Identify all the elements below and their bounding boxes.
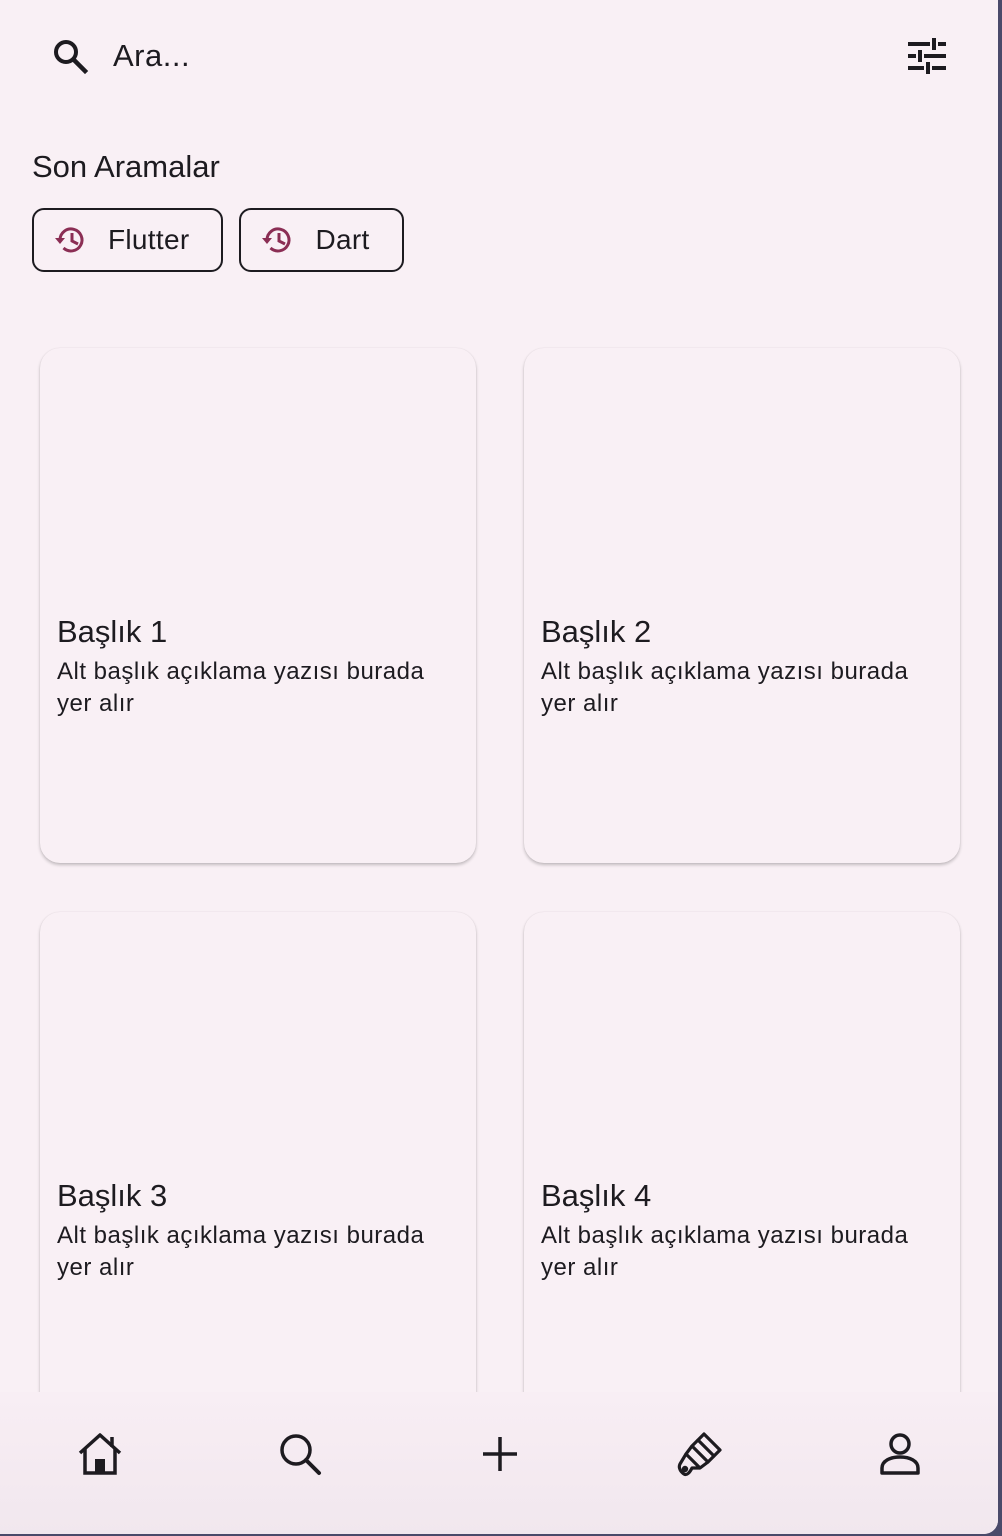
add-icon xyxy=(483,1437,517,1471)
recent-chip-dart[interactable]: Dart xyxy=(239,208,404,272)
profile-icon xyxy=(880,1433,920,1475)
tune-icon[interactable] xyxy=(906,36,950,76)
content-card[interactable]: Başlık 1 Alt başlık açıklama yazısı bura… xyxy=(40,348,476,863)
app-window: Ara... Son Aramalar Flutter Dart Başlık … xyxy=(0,0,998,1534)
recent-chip-flutter[interactable]: Flutter xyxy=(32,208,224,272)
card-subtitle: Alt başlık açıklama yazısı burada yer al… xyxy=(541,658,909,717)
card-subtitle: Alt başlık açıklama yazısı burada yer al… xyxy=(57,658,425,717)
chip-label: Dart xyxy=(315,224,370,255)
recent-searches-title: Son Aramalar xyxy=(32,149,220,184)
card-title: Başlık 4 xyxy=(541,1178,652,1213)
search-input[interactable]: Ara... xyxy=(113,36,190,76)
bottom-navigation-bar xyxy=(0,1392,998,1534)
card-title: Başlık 1 xyxy=(57,614,168,649)
chip-label: Flutter xyxy=(108,224,190,255)
brush-icon xyxy=(677,1432,722,1477)
history-icon xyxy=(262,227,291,253)
search-icon[interactable] xyxy=(50,36,90,76)
nav-add[interactable] xyxy=(474,1428,526,1480)
search-icon xyxy=(280,1434,321,1475)
card-title: Başlık 3 xyxy=(57,1178,168,1213)
nav-brush[interactable] xyxy=(674,1428,726,1480)
search-bar[interactable]: Ara... xyxy=(0,0,998,112)
nav-home[interactable] xyxy=(74,1428,126,1480)
card-subtitle: Alt başlık açıklama yazısı burada yer al… xyxy=(541,1222,909,1281)
content-card[interactable]: Başlık 2 Alt başlık açıklama yazısı bura… xyxy=(524,348,960,863)
history-icon xyxy=(55,227,84,253)
card-title: Başlık 2 xyxy=(541,614,652,649)
card-subtitle: Alt başlık açıklama yazısı burada yer al… xyxy=(57,1222,425,1281)
home-icon xyxy=(78,1433,122,1475)
nav-search[interactable] xyxy=(274,1428,326,1480)
nav-profile[interactable] xyxy=(874,1428,926,1480)
recent-search-chips: Flutter Dart xyxy=(32,208,404,272)
